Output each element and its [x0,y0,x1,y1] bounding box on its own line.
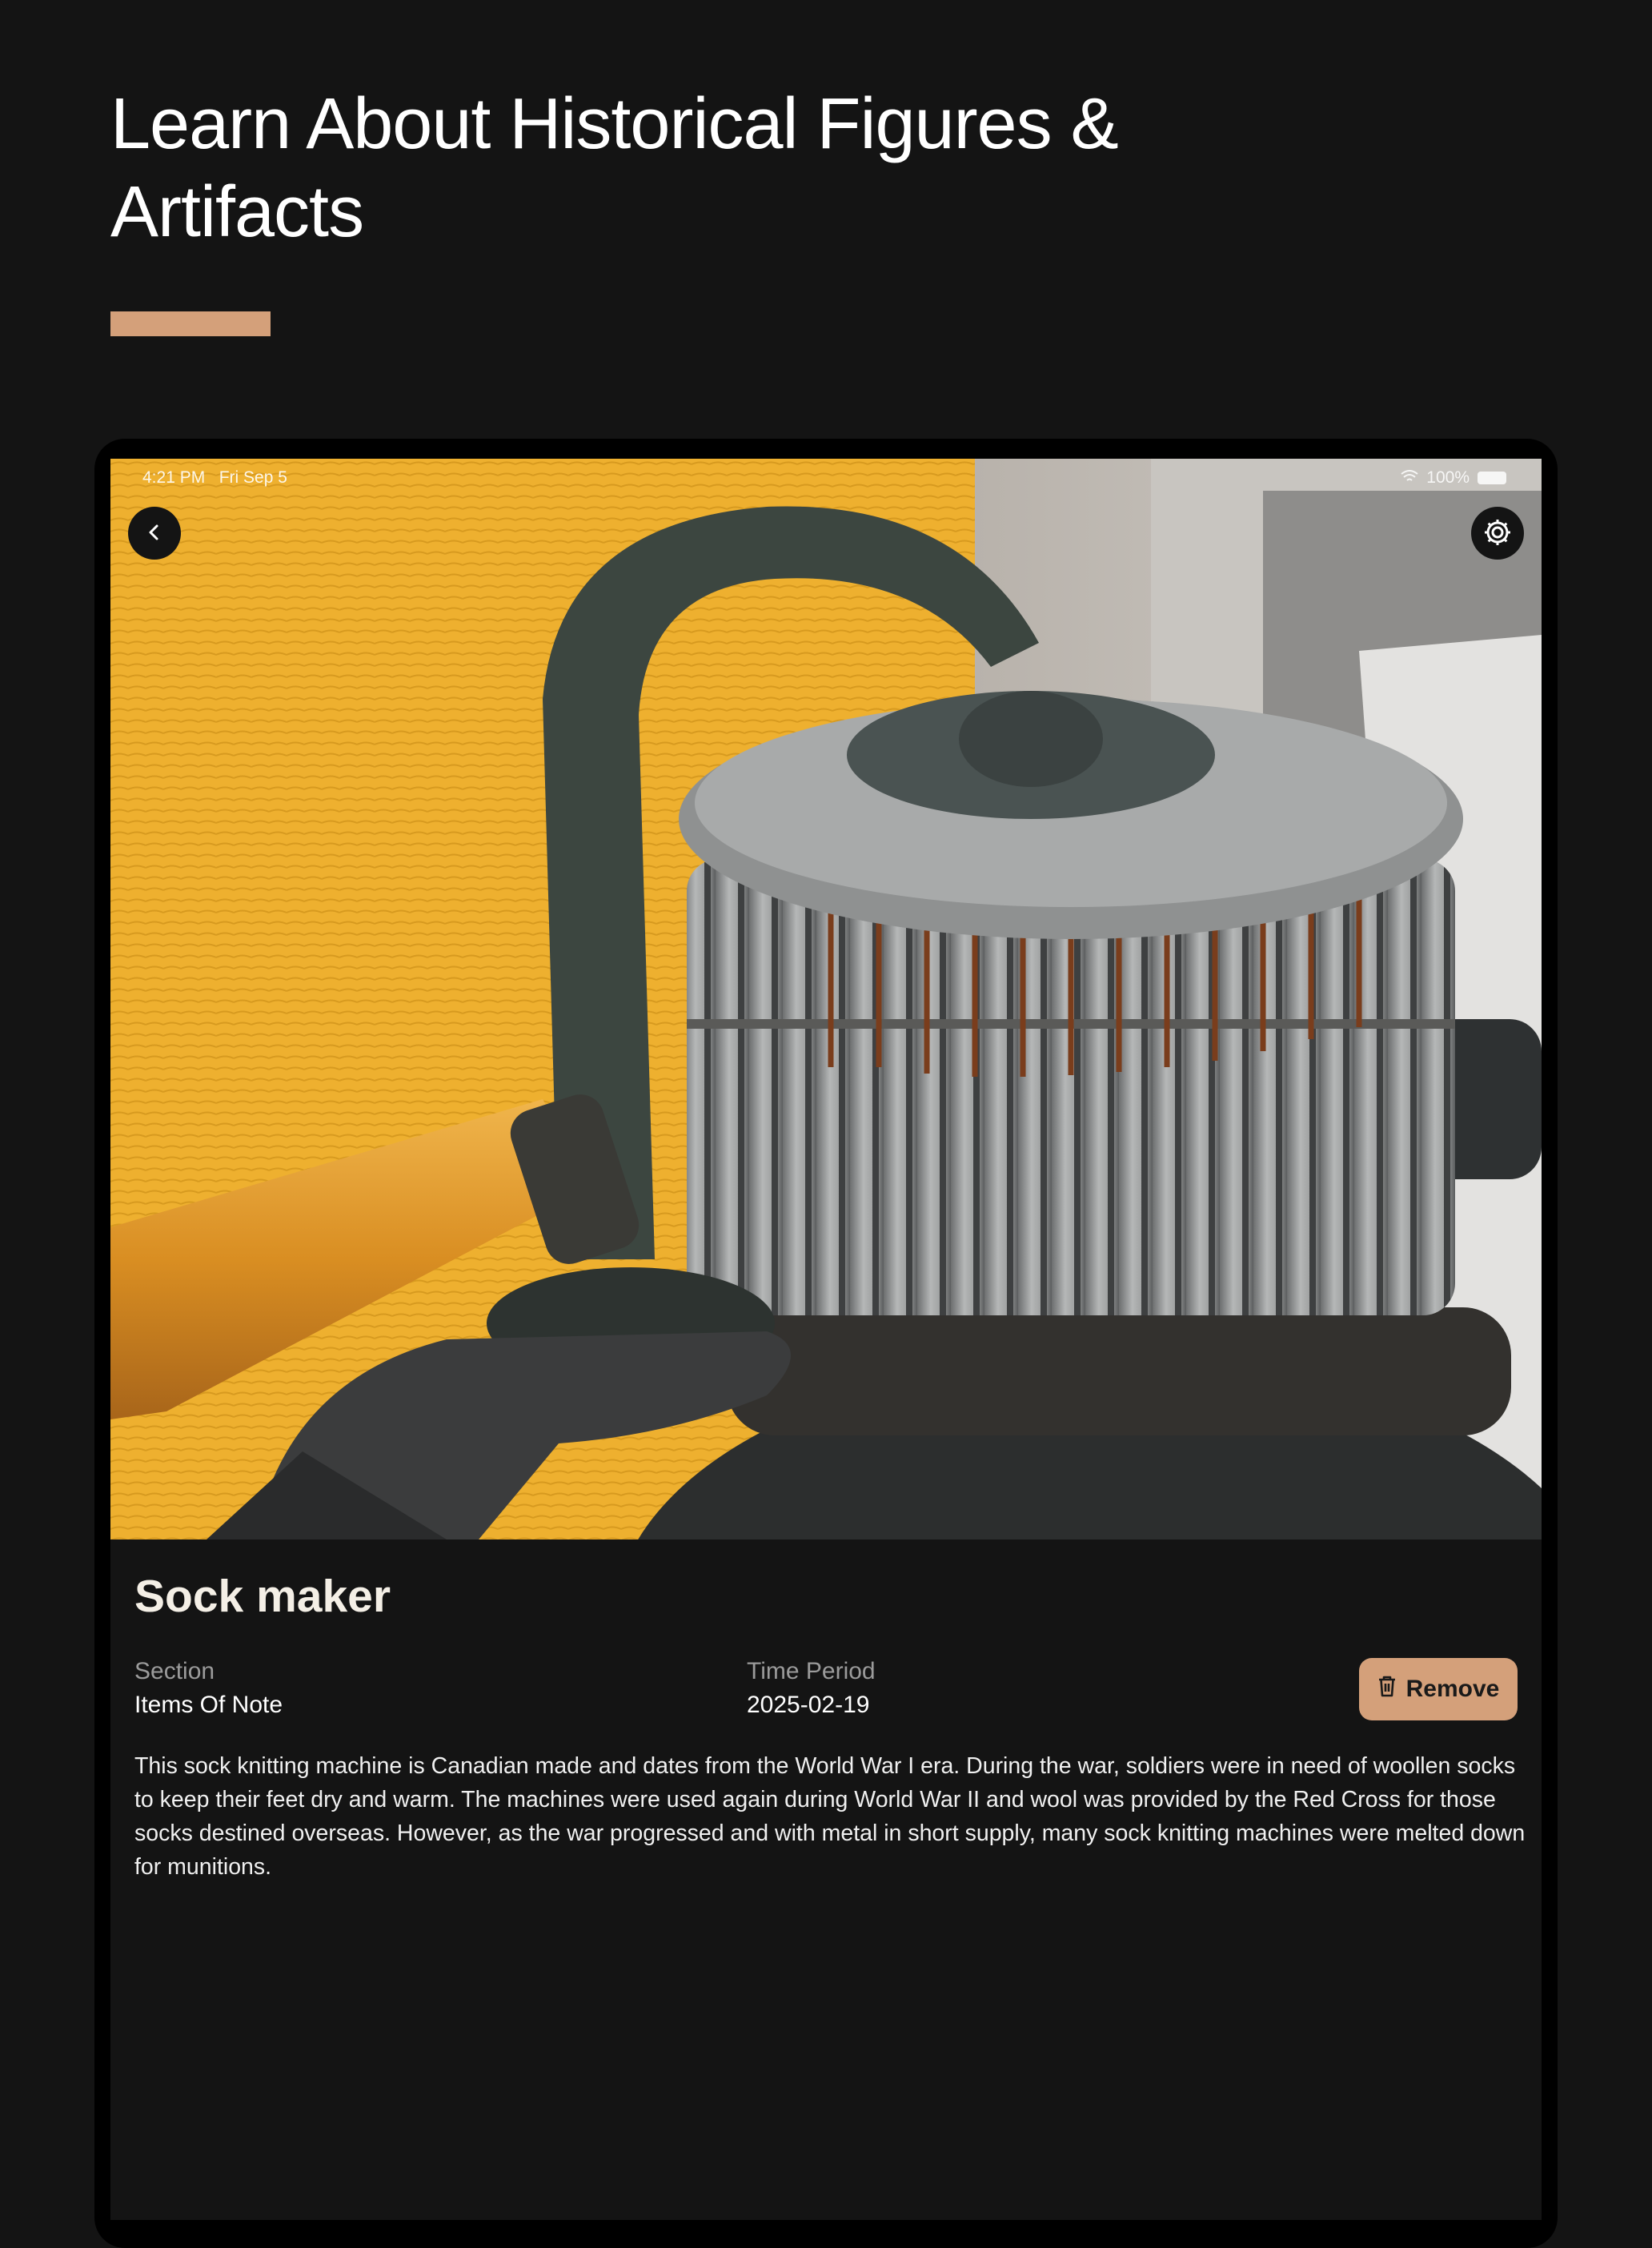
status-clock: 4:21 PM [142,468,206,487]
section-label: Section [134,1658,215,1684]
accent-bar [110,311,271,336]
status-indicators: 100% [1401,468,1506,488]
promo-title-line-2: Artifacts [110,172,364,252]
remove-button-label: Remove [1405,1676,1500,1702]
wifi-icon [1401,468,1418,488]
artifact-photo: 4:21 PM Fri Sep 5 100% [110,459,1542,1539]
artifact-description: This sock knitting machine is Canadian m… [134,1753,1526,1880]
section-value: Items Of Note [134,1692,283,1718]
settings-button[interactable] [1471,507,1524,560]
status-time: 4:21 PM Fri Sep 5 [142,468,287,488]
artifact-title: Sock maker [134,1571,391,1622]
sock-knitting-machine-illustration [110,459,1542,1539]
status-bar: 4:21 PM Fri Sep 5 100% [110,459,1542,496]
remove-button[interactable]: Remove [1359,1658,1518,1720]
time-period-value: 2025-02-19 [747,1692,870,1718]
battery-icon [1478,472,1506,484]
back-button[interactable] [128,507,181,560]
battery-percent: 100% [1426,468,1470,487]
status-date: Fri Sep 5 [219,468,287,487]
gear-icon [1482,517,1513,550]
chevron-left-icon [144,522,165,545]
trash-icon [1377,1675,1397,1704]
promo-title-line-1: Learn About Historical Figures & [110,84,1119,164]
app-screen: 4:21 PM Fri Sep 5 100% Sock maker Sectio… [110,459,1542,2220]
promo-title: Learn About Historical Figures & Artifac… [110,80,1311,256]
time-period-label: Time Period [747,1658,876,1684]
